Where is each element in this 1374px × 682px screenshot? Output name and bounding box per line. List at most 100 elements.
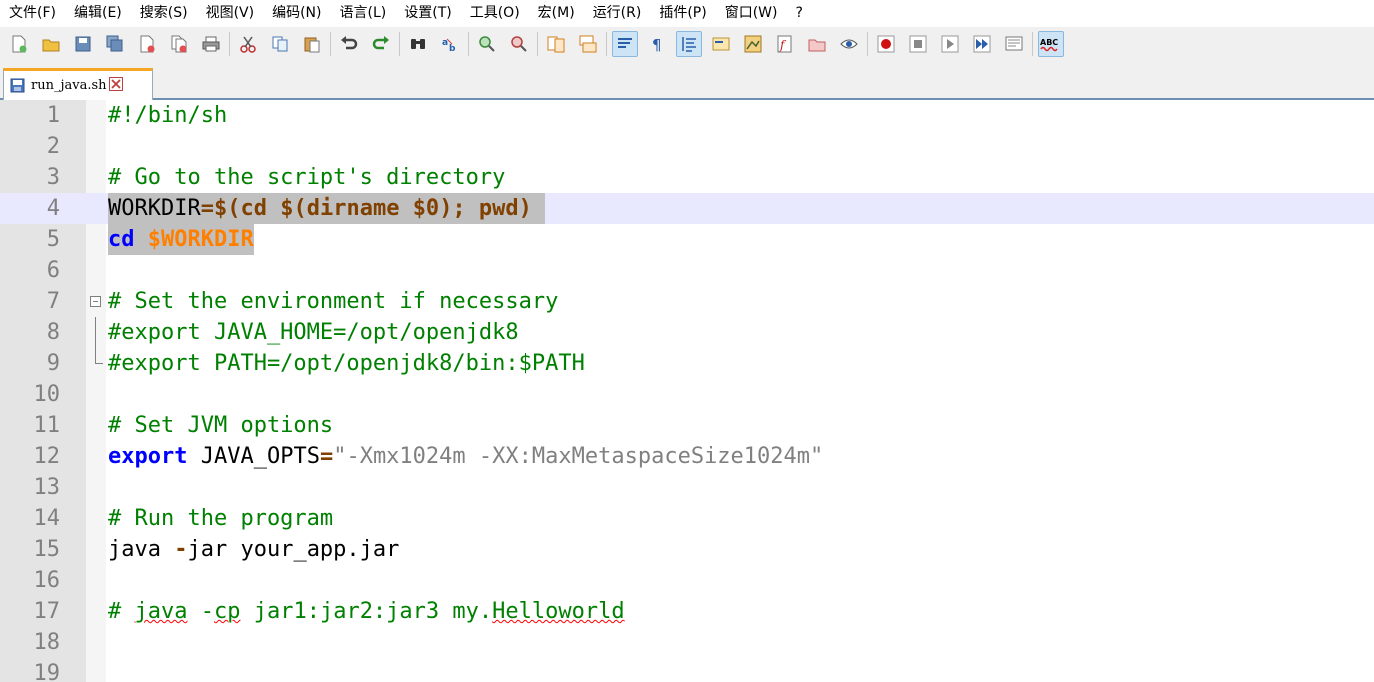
record-macro-button[interactable] — [873, 31, 899, 57]
fold-toggle-icon[interactable] — [90, 296, 101, 307]
open-folder-icon — [42, 39, 60, 51]
tab-bar: run_java.sh — [0, 60, 1374, 100]
save-all-button[interactable] — [102, 31, 128, 57]
redo-button[interactable] — [368, 31, 394, 57]
open-file-button[interactable] — [38, 31, 64, 57]
zoom-in-button[interactable] — [474, 31, 500, 57]
line-number: 3 — [46, 165, 60, 190]
misspelled-word: cp — [213, 599, 241, 624]
line-number: 7 — [46, 289, 60, 314]
play-macro-button[interactable] — [937, 31, 963, 57]
run-macro-multiple-button[interactable] — [969, 31, 995, 57]
undo-button[interactable] — [336, 31, 362, 57]
code-line: 9 #export PATH=/opt/openjdk8/bin:$PATH — [0, 348, 1374, 379]
code-line: 15 java -jar your_app.jar — [0, 534, 1374, 565]
menu-item[interactable]: ? — [787, 0, 812, 27]
code-line: 10 — [0, 379, 1374, 410]
comment-part: # — [108, 599, 135, 624]
menu-item[interactable]: 视图(V) — [197, 0, 264, 27]
menu-item[interactable]: 文件(F) — [0, 0, 65, 27]
scissors-icon — [240, 36, 256, 53]
paste-icon — [304, 37, 320, 52]
sync-horizontal-button[interactable] — [575, 31, 601, 57]
show-all-chars-button[interactable]: ¶ — [644, 31, 670, 57]
new-file-button[interactable] — [6, 31, 32, 57]
save-button[interactable] — [70, 31, 96, 57]
folder-icon — [808, 39, 826, 51]
folder-workspace-button[interactable] — [804, 31, 830, 57]
line-number: 11 — [33, 413, 61, 438]
close-button[interactable] — [134, 31, 160, 57]
toolbar-separator — [867, 31, 868, 56]
printer-icon — [202, 36, 220, 51]
stop-macro-button[interactable] — [905, 31, 931, 57]
udl-button[interactable] — [708, 31, 734, 57]
line-number: 13 — [33, 475, 61, 500]
misspelled-word: Helloworld — [492, 599, 625, 624]
redo-icon — [372, 35, 389, 49]
misspelled-word: java — [134, 599, 188, 624]
line-number: 14 — [33, 506, 61, 531]
menu-item[interactable]: 搜索(S) — [131, 0, 197, 27]
line-number: 5 — [46, 227, 60, 252]
code-line: 12 export JAVA_OPTS="-Xmx1024m -XX:MaxMe… — [0, 441, 1374, 472]
close-file-icon — [140, 35, 155, 52]
line-text: java -jar your_app.jar — [108, 534, 399, 565]
sync-vertical-button[interactable] — [543, 31, 569, 57]
document-map-icon — [744, 35, 762, 52]
toolbar: ab ¶ f ABC — [0, 27, 1374, 60]
fold-end — [95, 348, 103, 364]
copy-button[interactable] — [267, 31, 293, 57]
spellcheck-button[interactable]: ABC — [1038, 30, 1064, 57]
line-number: 8 — [46, 320, 60, 345]
menu-item[interactable]: 编码(N) — [263, 0, 330, 27]
close-all-button[interactable] — [166, 31, 192, 57]
print-button[interactable] — [198, 31, 224, 57]
svg-text:b: b — [449, 44, 456, 53]
code-area[interactable]: 1 #!/bin/sh 2 3 # Go to the script's dir… — [0, 100, 1374, 682]
play-icon — [941, 35, 959, 52]
paste-button[interactable] — [299, 31, 325, 57]
editor-area[interactable]: 1 #!/bin/sh 2 3 # Go to the script's dir… — [0, 100, 1374, 682]
zoom-in-icon — [479, 35, 495, 52]
menu-item[interactable]: 语言(L) — [331, 0, 396, 27]
word-wrap-button[interactable] — [612, 30, 638, 57]
line-number: 2 — [46, 134, 60, 159]
toolbar-separator — [1032, 31, 1033, 56]
menu-item[interactable]: 宏(M) — [529, 0, 584, 27]
token-string: "-Xmx1024m -XX:MaxMetaspaceSize1024m" — [333, 444, 824, 469]
line-text: # Set JVM options — [108, 413, 334, 438]
menu-item[interactable]: 运行(R) — [584, 0, 651, 27]
zoom-out-button[interactable] — [506, 31, 532, 57]
doc-map-button[interactable] — [740, 31, 766, 57]
token-variable: $WORKDIR — [147, 227, 254, 252]
function-list-button[interactable]: f — [772, 31, 798, 57]
eye-icon — [840, 39, 858, 48]
menu-item[interactable]: 工具(O) — [461, 0, 529, 27]
menu-item[interactable]: 窗口(W) — [716, 0, 787, 27]
indent-guide-button[interactable] — [676, 30, 702, 57]
cut-button[interactable] — [235, 31, 261, 57]
find-button[interactable] — [405, 31, 431, 57]
menu-item[interactable]: 插件(P) — [650, 0, 715, 27]
tab-run-java-sh[interactable]: run_java.sh — [3, 68, 153, 100]
spellcheck-icon: ABC — [1040, 38, 1058, 51]
line-text: export JAVA_OPTS="-Xmx1024m -XX:MaxMetas… — [108, 441, 823, 472]
tab-close-icon[interactable] — [108, 76, 123, 95]
toolbar-separator — [330, 31, 331, 56]
line-text: # Run the program — [108, 506, 334, 531]
spellcheck-label: ABC — [1040, 38, 1058, 47]
replace-button[interactable]: ab — [437, 31, 463, 57]
save-macro-button[interactable] — [1001, 31, 1027, 57]
line-number: 17 — [33, 599, 61, 624]
menu-item[interactable]: 设置(T) — [395, 0, 460, 27]
replace-icon: ab — [442, 38, 456, 53]
token-keyword: cd — [108, 227, 135, 252]
save-all-icon — [106, 35, 123, 51]
menu-item[interactable]: 编辑(E) — [65, 0, 131, 27]
line-number: 4 — [46, 196, 60, 221]
toolbar-separator — [229, 31, 230, 56]
line-text: #export JAVA_HOME=/opt/openjdk8 — [108, 320, 519, 345]
binoculars-icon — [411, 38, 425, 49]
monitoring-button[interactable] — [836, 31, 862, 57]
